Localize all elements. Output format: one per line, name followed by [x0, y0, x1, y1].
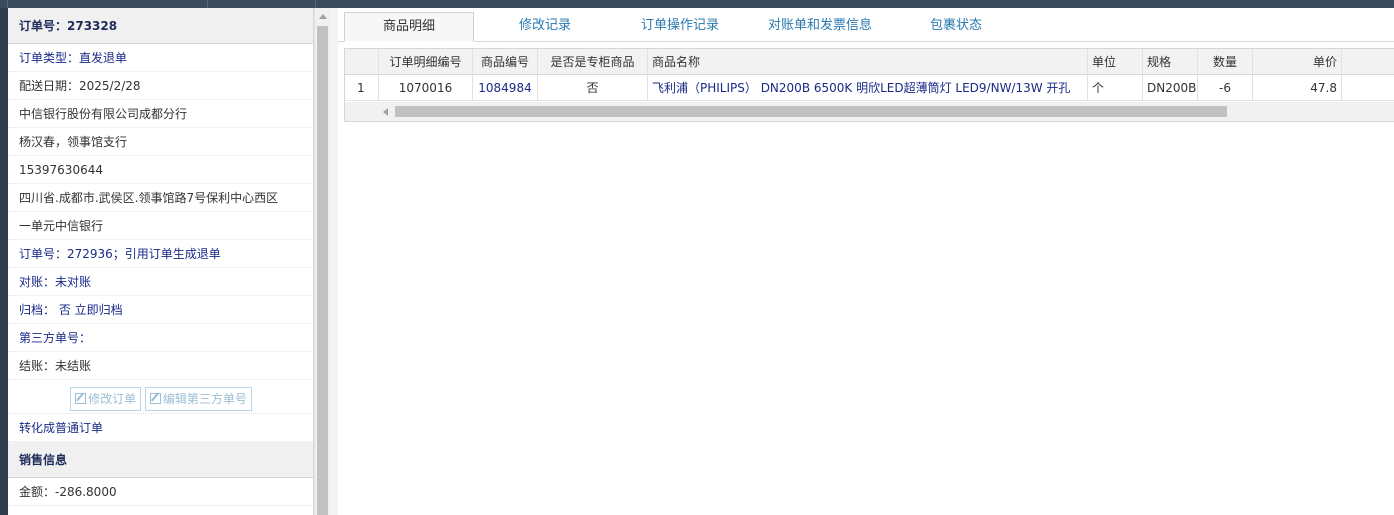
order-info-panel: 订单号：273328 订单类型：直发退单 配送日期：2025/2/28 中信银行…	[8, 8, 314, 515]
top-bar	[0, 0, 1394, 8]
product-grid: 订单明细编号 商品编号 是否是专柜商品 商品名称 单位 规格 数量 单价 1 1…	[344, 48, 1394, 122]
tab-product-details[interactable]: 商品明细	[344, 12, 474, 42]
grid-header: 订单明细编号 商品编号 是否是专柜商品 商品名称 单位 规格 数量 单价	[345, 49, 1394, 75]
column-header[interactable]: 规格	[1143, 49, 1198, 75]
column-header[interactable]: 订单明细编号	[379, 49, 473, 75]
order-type: 订单类型：直发退单	[8, 44, 313, 72]
unit-price-cell: 47.8	[1253, 75, 1342, 101]
column-header[interactable]: 商品编号	[473, 49, 538, 75]
top-bar-segment	[0, 0, 8, 8]
tab-bar: 商品明细 修改记录 订单操作记录 对账单和发票信息 包裹状态	[338, 8, 1394, 42]
product-name-link[interactable]: 飞利浦（PHILIPS） DN200B 6500K 明欣LED超薄筒灯 LED9…	[648, 75, 1088, 101]
column-header[interactable]: 是否是专柜商品	[538, 49, 648, 75]
detail-id-cell: 1070016	[379, 75, 473, 101]
top-bar-segment	[8, 0, 208, 8]
tab-statement-invoice[interactable]: 对账单和发票信息	[752, 12, 888, 42]
quantity-cell: -6	[1198, 75, 1253, 101]
unit-cell: 个	[1088, 75, 1143, 101]
horizontal-scrollbar-thumb[interactable]	[395, 106, 1227, 117]
contact-person: 杨汉春，领事馆支行	[8, 128, 313, 156]
edit-third-party-button[interactable]: 编辑第三方单号	[144, 387, 252, 411]
product-id-link[interactable]: 1084984	[473, 75, 538, 101]
column-header-rownum	[345, 49, 379, 75]
reconcile-status: 对账：未对账	[8, 268, 313, 296]
phone-number: 15397630644	[8, 156, 313, 184]
left-edge-strip	[0, 8, 8, 515]
archive-status[interactable]: 归档： 否 立即归档	[8, 296, 313, 324]
delivery-date: 配送日期：2025/2/28	[8, 72, 313, 100]
edit-icon	[149, 393, 161, 404]
address-line-2: 一单元中信银行	[8, 212, 313, 240]
settle-status: 结账：未结账	[8, 352, 313, 380]
column-header[interactable]: 单位	[1088, 49, 1143, 75]
panel-splitter	[330, 8, 338, 515]
edit-order-label: 修改订单	[88, 392, 137, 406]
column-header[interactable]: 商品名称	[648, 49, 1088, 75]
row-number: 1	[345, 75, 379, 101]
column-header[interactable]: 单价	[1253, 49, 1342, 75]
counter-product-cell: 否	[538, 75, 648, 101]
edit-icon	[75, 393, 87, 404]
address-line-1: 四川省.成都市.武侯区.领事馆路7号保利中心西区	[8, 184, 313, 212]
sales-amount: 金额：-286.8000	[8, 478, 313, 506]
edit-order-button[interactable]: 修改订单	[70, 387, 142, 411]
scroll-left-icon[interactable]	[383, 108, 388, 116]
scroll-up-icon[interactable]	[319, 14, 327, 19]
spec-cell: DN200B	[1143, 75, 1198, 101]
tab-edit-history[interactable]: 修改记录	[490, 12, 600, 42]
detail-panel: 商品明细 修改记录 订单操作记录 对账单和发票信息 包裹状态 订单明细编号 商品…	[338, 8, 1394, 515]
convert-to-normal-order-link[interactable]: 转化成普通订单	[8, 414, 313, 442]
column-header[interactable]: 数量	[1198, 49, 1253, 75]
tab-operation-log[interactable]: 订单操作记录	[620, 12, 740, 42]
company-name: 中信银行股份有限公司成都分行	[8, 100, 313, 128]
order-action-buttons: 修改订单 编辑第三方单号	[8, 384, 313, 414]
scrollbar-thumb[interactable]	[317, 26, 328, 515]
left-scrollbar[interactable]	[314, 8, 330, 515]
third-party-number: 第三方单号：	[8, 324, 313, 352]
order-number-header: 订单号：273328	[8, 8, 313, 44]
grid-horizontal-scrollbar[interactable]	[345, 102, 1394, 121]
top-bar-segment	[208, 0, 316, 8]
tab-package-status[interactable]: 包裹状态	[906, 12, 1006, 42]
table-row[interactable]: 1 1070016 1084984 否 飞利浦（PHILIPS） DN200B …	[345, 75, 1394, 101]
reference-order-link[interactable]: 订单号：272936；引用订单生成退单	[8, 240, 313, 268]
sales-info-header: 销售信息	[8, 442, 313, 478]
edit-third-party-label: 编辑第三方单号	[162, 392, 247, 406]
